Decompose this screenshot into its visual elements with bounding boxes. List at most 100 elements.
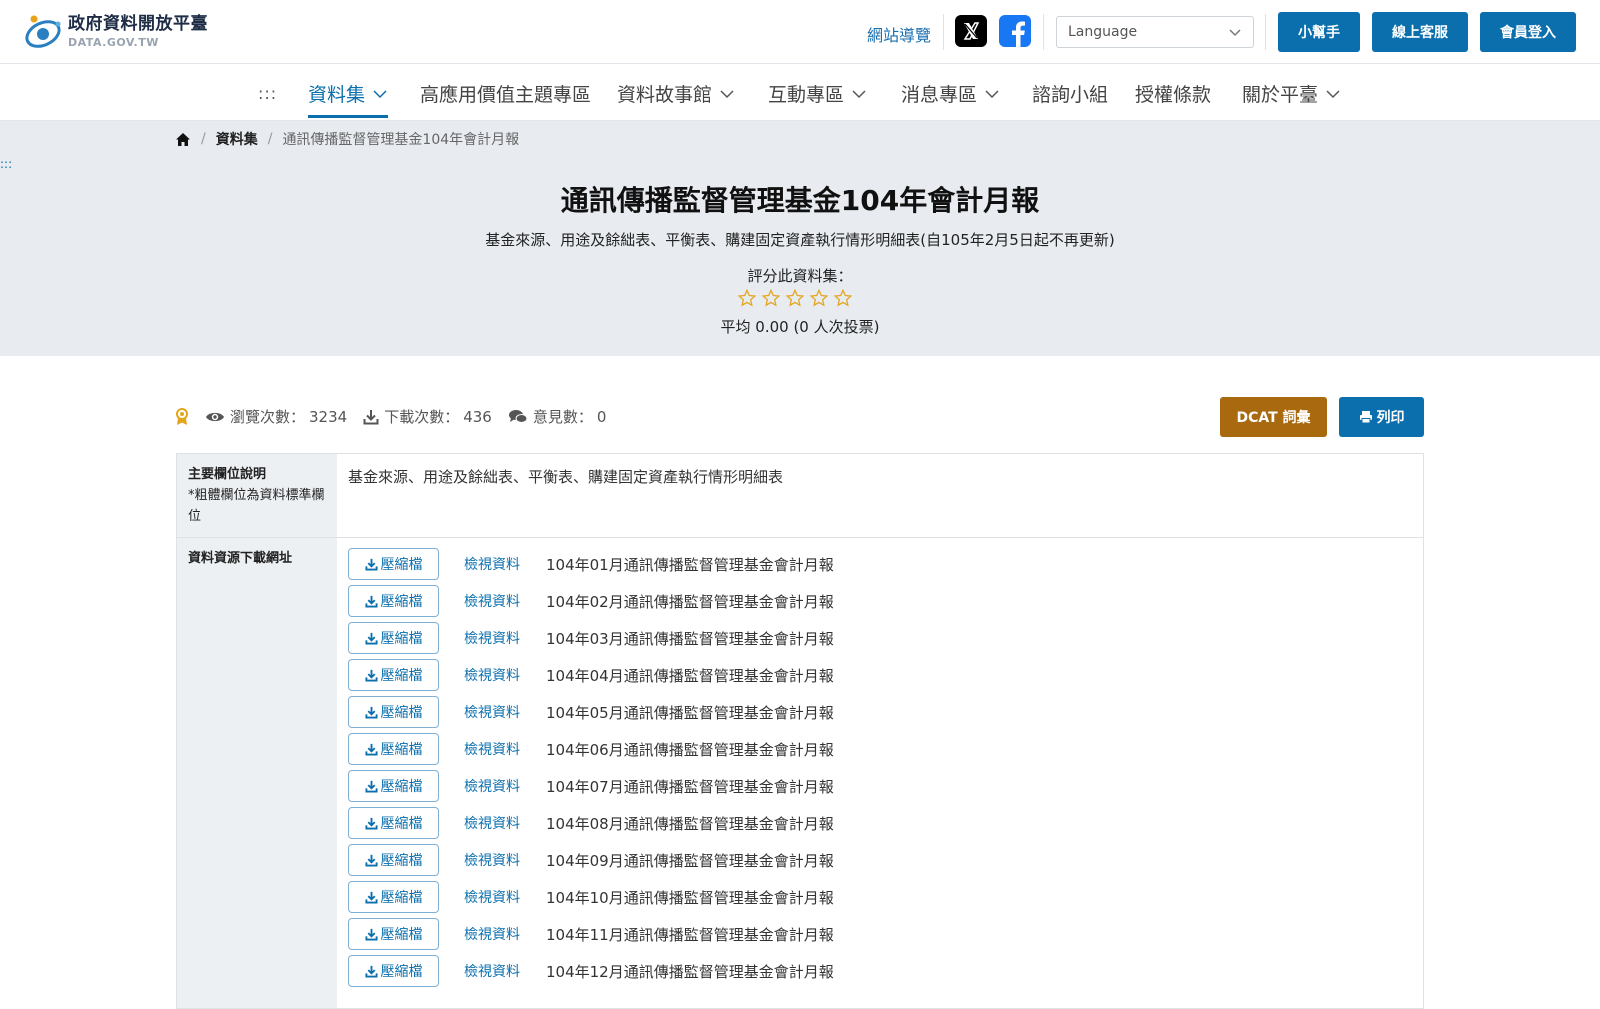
view-data-link[interactable]: 檢視資料: [464, 924, 546, 944]
breadcrumb-separator: /: [267, 131, 273, 147]
zip-download-button[interactable]: 壓縮檔: [348, 844, 439, 876]
view-data-link[interactable]: 檢視資料: [464, 776, 546, 796]
language-select[interactable]: Language: [1056, 16, 1254, 48]
nav-item-label: 高應用價值主題專區: [420, 84, 592, 106]
divider: [1265, 14, 1266, 50]
site-logo[interactable]: 政府資料開放平臺 DATA.GOV.TW: [22, 12, 208, 52]
print-button-label: 列印: [1376, 410, 1405, 426]
download-count: 下載次數： 436: [363, 406, 492, 427]
resource-item: 壓縮檔 檢視資料 104年07月通訊傳播監督管理基金會計月報: [348, 770, 834, 802]
zip-download-label: 壓縮檔: [380, 705, 423, 721]
zip-download-button[interactable]: 壓縮檔: [348, 918, 439, 950]
resource-item: 壓縮檔 檢視資料 104年03月通訊傳播監督管理基金會計月報: [348, 622, 834, 654]
breadcrumb-separator: /: [201, 131, 206, 147]
view-data-link[interactable]: 檢視資料: [464, 702, 546, 722]
resource-item: 壓縮檔 檢視資料 104年04月通訊傳播監督管理基金會計月報: [348, 659, 834, 691]
resource-item: 壓縮檔 檢視資料 104年05月通訊傳播監督管理基金會計月報: [348, 696, 834, 728]
zip-download-button[interactable]: 壓縮檔: [348, 659, 439, 691]
x-twitter-icon[interactable]: [955, 15, 987, 47]
view-data-link[interactable]: 檢視資料: [464, 591, 546, 611]
sitemap-link[interactable]: 網站導覽: [867, 22, 931, 46]
resource-item: 壓縮檔 檢視資料 104年08月通訊傳播監督管理基金會計月報: [348, 807, 834, 839]
comment-count-label: 意見數：: [532, 408, 593, 426]
nav-item-about[interactable]: 關於平臺: [1242, 80, 1340, 107]
star-icon[interactable]: [762, 289, 780, 307]
chevron-down-icon: [373, 89, 387, 98]
resource-item: 壓縮檔 檢視資料 104年01月通訊傳播監督管理基金會計月報: [348, 548, 834, 580]
helper-button[interactable]: 小幫手: [1278, 12, 1360, 52]
zip-download-button[interactable]: 壓縮檔: [348, 585, 439, 617]
breadcrumb-datasets[interactable]: 資料集: [216, 129, 258, 149]
view-data-link[interactable]: 檢視資料: [464, 665, 546, 685]
nav-item-datasets[interactable]: 資料集: [308, 80, 387, 107]
view-data-link[interactable]: 檢視資料: [464, 739, 546, 759]
zip-download-button[interactable]: 壓縮檔: [348, 955, 439, 987]
view-count-label: 瀏覽次數：: [230, 408, 306, 426]
view-data-link[interactable]: 檢視資料: [464, 887, 546, 907]
facebook-icon[interactable]: [999, 15, 1031, 47]
zip-download-label: 壓縮檔: [380, 779, 423, 795]
download-count-value: 436: [463, 407, 492, 426]
home-icon[interactable]: [175, 132, 191, 147]
zip-download-label: 壓縮檔: [380, 668, 423, 684]
content-accesskey[interactable]: :::: [0, 157, 12, 171]
star-icon[interactable]: [810, 289, 828, 307]
chevron-down-icon: [1229, 29, 1241, 37]
resource-name: 104年08月通訊傳播監督管理基金會計月報: [546, 814, 834, 833]
main-nav: ::: 資料集 高應用價值主題專區 資料故事館 互動專區 消息專區 諮詢小組 授…: [0, 64, 1600, 121]
zip-download-button[interactable]: 壓縮檔: [348, 770, 439, 802]
download-count-label: 下載次數：: [384, 408, 460, 426]
nav-item-data-stories[interactable]: 資料故事館: [617, 80, 734, 107]
view-count: 瀏覽次數： 3234: [205, 406, 347, 427]
eye-icon: [206, 412, 224, 421]
resource-item: 壓縮檔 檢視資料 104年09月通訊傳播監督管理基金會計月報: [348, 844, 834, 876]
online-support-button[interactable]: 線上客服: [1372, 12, 1468, 52]
site-header: 政府資料開放平臺 DATA.GOV.TW 網站導覽 Language 小幫手 線…: [0, 0, 1600, 64]
resource-name: 104年06月通訊傳播監督管理基金會計月報: [546, 740, 834, 759]
download-icon: [363, 409, 379, 424]
download-icon: [364, 632, 378, 645]
rating-stars: [738, 289, 852, 307]
download-icon: [364, 743, 378, 756]
nav-item-label: 互動專區: [768, 84, 845, 106]
nav-item-interactive[interactable]: 互動專區: [768, 80, 866, 107]
logo-subtitle: DATA.GOV.TW: [68, 36, 159, 49]
dcat-vocabulary-button[interactable]: DCAT 詞彙: [1220, 397, 1327, 437]
nav-item-license[interactable]: 授權條款: [1135, 80, 1211, 107]
nav-accesskey[interactable]: :::: [258, 84, 277, 103]
zip-download-button[interactable]: 壓縮檔: [348, 733, 439, 765]
zip-download-button[interactable]: 壓縮檔: [348, 881, 439, 913]
main-fields-note: *粗體欄位為資料標準欄位: [188, 488, 325, 524]
resource-item: 壓縮檔 檢視資料 104年10月通訊傳播監督管理基金會計月報: [348, 881, 834, 913]
print-button[interactable]: 列印: [1339, 397, 1424, 437]
download-icon: [364, 891, 378, 904]
zip-download-button[interactable]: 壓縮檔: [348, 696, 439, 728]
resource-item: 壓縮檔 檢視資料 104年12月通訊傳播監督管理基金會計月報: [348, 955, 834, 987]
zip-download-label: 壓縮檔: [380, 557, 423, 573]
view-data-link[interactable]: 檢視資料: [464, 850, 546, 870]
nav-item-news[interactable]: 消息專區: [901, 80, 999, 107]
zip-download-button[interactable]: 壓縮檔: [348, 622, 439, 654]
view-data-link[interactable]: 檢視資料: [464, 628, 546, 648]
member-login-button[interactable]: 會員登入: [1480, 12, 1576, 52]
star-icon[interactable]: [738, 289, 756, 307]
logo-title: 政府資料開放平臺: [68, 14, 208, 34]
nav-item-high-value-topics[interactable]: 高應用價值主題專區: [420, 80, 591, 107]
zip-download-label: 壓縮檔: [380, 890, 423, 906]
zip-download-button[interactable]: 壓縮檔: [348, 548, 439, 580]
resource-name: 104年09月通訊傳播監督管理基金會計月報: [546, 851, 834, 870]
zip-download-button[interactable]: 壓縮檔: [348, 807, 439, 839]
nav-item-label: 資料集: [308, 84, 366, 106]
zip-download-label: 壓縮檔: [380, 594, 423, 610]
resources-label: 資料資源下載網址: [188, 551, 293, 566]
download-icon: [364, 780, 378, 793]
nav-item-advisory-group[interactable]: 諮詢小組: [1032, 80, 1108, 107]
star-icon[interactable]: [834, 289, 852, 307]
view-data-link[interactable]: 檢視資料: [464, 961, 546, 981]
view-data-link[interactable]: 檢視資料: [464, 813, 546, 833]
dataset-hero: / 資料集 / 通訊傳播監督管理基金104年會計月報 ::: 通訊傳播監督管理基…: [0, 121, 1600, 356]
main-fields-label: 主要欄位說明: [188, 467, 267, 482]
star-icon[interactable]: [786, 289, 804, 307]
view-data-link[interactable]: 檢視資料: [464, 554, 546, 574]
dataset-info-table: 主要欄位說明 *粗體欄位為資料標準欄位 基金來源、用途及餘絀表、平衡表、購建固定…: [176, 453, 1424, 1009]
